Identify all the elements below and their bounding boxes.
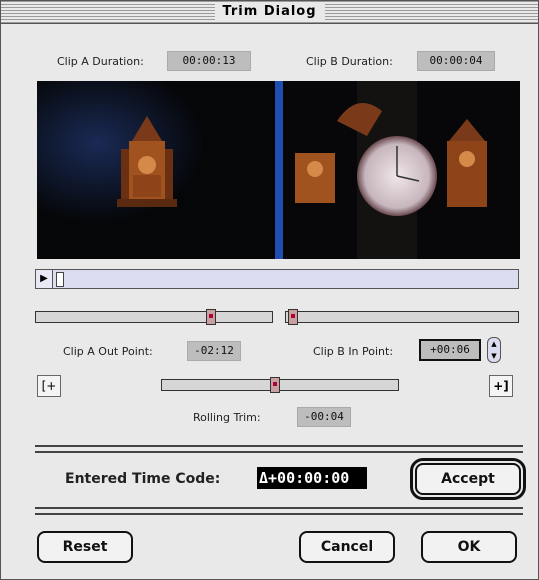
divider-top [35,445,523,453]
entered-timecode-label: Entered Time Code: [65,471,221,487]
accept-button[interactable]: Accept [410,458,526,500]
scrubber-thumb[interactable] [56,272,64,287]
cancel-button[interactable]: Cancel [299,531,395,563]
trim-dialog-window: Trim Dialog Clip A Duration: 00:00:13 Cl… [0,0,539,580]
step-forward-icon[interactable]: +] [489,375,513,397]
clip-split-line [275,81,283,259]
title-bar[interactable]: Trim Dialog [1,1,538,24]
timeline-scrubber[interactable]: ▶ [35,269,519,289]
clip-b-frame [283,81,520,259]
clip-b-in-label: Clip B In Point: [313,345,394,358]
reset-button[interactable]: Reset [37,531,133,563]
rolling-trim-label: Rolling Trim: [193,411,261,424]
clip-a-duration-value: 00:00:13 [167,51,251,71]
clip-a-out-thumb[interactable] [206,309,216,325]
clip-b-in-slider[interactable] [285,309,519,325]
clip-a-out-label: Clip A Out Point: [63,345,153,358]
entered-timecode-input[interactable]: Δ+00:00:00 [257,467,367,489]
clip-b-in-value[interactable]: +00:06 [419,339,481,361]
video-preview [37,81,520,259]
clip-b-in-thumb[interactable] [288,309,298,325]
rolling-trim-thumb[interactable] [270,377,280,393]
ok-button[interactable]: OK [421,531,517,563]
clip-a-out-slider[interactable] [35,309,273,325]
rolling-trim-value[interactable]: -00:04 [297,407,351,427]
play-icon[interactable]: ▶ [36,270,53,288]
clip-b-duration-label: Clip B Duration: [306,55,393,68]
window-title: Trim Dialog [214,3,325,21]
step-back-icon[interactable]: [+ [37,375,61,397]
clip-b-duration-value: 00:00:04 [417,51,495,71]
divider-bottom [35,507,523,515]
clip-a-duration-label: Clip A Duration: [57,55,144,68]
stepper-arrows-icon[interactable]: ▲ ▼ [487,337,501,363]
rolling-trim-slider[interactable] [161,377,399,393]
clip-a-out-value[interactable]: -02:12 [187,341,241,361]
preview-image [37,81,520,259]
